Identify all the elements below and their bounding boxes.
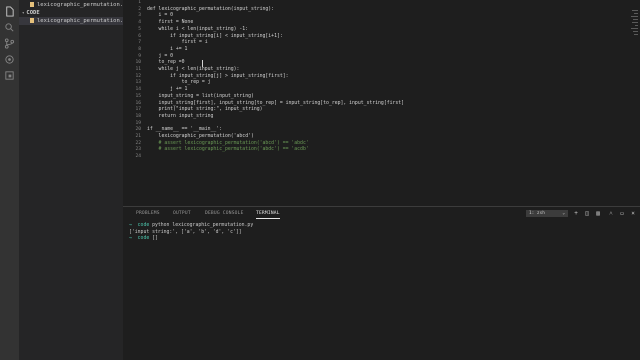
code-line: i += 1 [147,46,188,52]
line-number: 14 [135,87,141,93]
add-terminal-icon[interactable]: + [573,211,579,217]
terminal-select[interactable]: 1: zsh ⌄ [526,210,568,217]
line-number: 1 [138,0,141,5]
code-line: if __name__ == '__main__': [147,127,223,133]
maximize-panel-icon[interactable]: ▭ [619,211,625,217]
tab-output[interactable]: OUTPUT [173,210,191,218]
line-number: 15 [135,93,141,99]
line-number: 18 [135,113,141,119]
extensions-icon[interactable] [4,70,15,81]
tab-debug-console[interactable]: DEBUG CONSOLE [205,210,244,218]
file-label: lexicographic_permutation.py [37,18,130,24]
chevron-down-icon: ⌄ [562,211,565,216]
open-editor-label: lexicographic_permutation.py [37,2,130,8]
line-number: 17 [135,107,141,113]
trash-icon[interactable]: ▥ [595,211,601,217]
code-line: first = None [147,20,194,26]
terminal-text: python lexicographic_permutation.py [149,223,254,228]
files-icon[interactable] [4,6,15,17]
tab-problems[interactable]: PROBLEMS [136,210,160,218]
terminal-text: ['input string:', ['a', 'b', 'd', 'c']] [129,229,242,235]
code-line: input_string = list(input_string) [147,93,254,99]
source-control-icon[interactable] [4,38,15,49]
minimap[interactable] [630,0,640,60]
open-editor-item[interactable]: lexicographic_permutation.py [19,1,130,9]
folder-code[interactable]: ▾ CODE [19,9,123,17]
chevron-up-icon[interactable]: ˄ [608,211,614,217]
line-number: 7 [138,40,141,46]
tab-terminal[interactable]: TERMINAL [256,210,280,219]
line-number: 21 [135,134,141,139]
line-number: 20 [135,127,141,133]
file-item[interactable]: lexicographic_permutation.py [19,17,130,25]
line-number: 10 [135,60,141,66]
code-line: while j < len(input_string): [147,67,240,72]
close-icon[interactable]: × [630,211,636,217]
bottom-panel: PROBLEMS OUTPUT DEBUG CONSOLE TERMINAL 1… [123,206,640,360]
prompt-cwd: code [137,223,150,228]
code-line: print("input string:", input_string) [147,107,263,113]
python-file-icon [30,2,34,7]
prompt-arrow: → [129,223,138,228]
search-icon[interactable] [4,22,15,33]
code-line: while i < len(input_string) -1: [147,26,249,32]
code-line: to_rep =0 [147,60,185,66]
terminal-line: → code [] [129,236,158,243]
terminal-text: [] [149,236,158,241]
code-line: first = i [147,40,208,46]
code-line: return input_string [147,113,214,119]
activity-bar [0,0,19,360]
debug-icon[interactable] [4,54,15,65]
line-number: 4 [138,20,141,26]
prompt-arrow: → [129,236,138,241]
code-line: # assert lexicographic_permutation('abdc… [147,147,309,153]
folder-label: CODE [26,10,40,16]
code-line: j += 1 [147,87,188,93]
line-number: 11 [135,67,141,72]
explorer-sidebar: lexicographic_permutation.py ▾ CODE lexic… [19,0,130,360]
code-editor[interactable]: 1 2 3 4 5 6 7 8 9 10 11 12 13 14 15 16 17 18 19 20 21 22 23 24 … [123,0,640,206]
prompt-cwd: code [137,236,150,241]
line-number: 5 [138,26,141,32]
line-number: 8 [138,46,141,52]
split-terminal-icon[interactable]: ◫ [584,211,590,217]
line-number: 24 [135,154,141,160]
python-file-icon [30,18,34,23]
terminal-select-value: 1: zsh [529,211,545,216]
code-line: lexicographic_permutation('abcd') [147,134,254,139]
chevron-down-icon: ▾ [22,10,25,15]
text-cursor [202,60,203,67]
